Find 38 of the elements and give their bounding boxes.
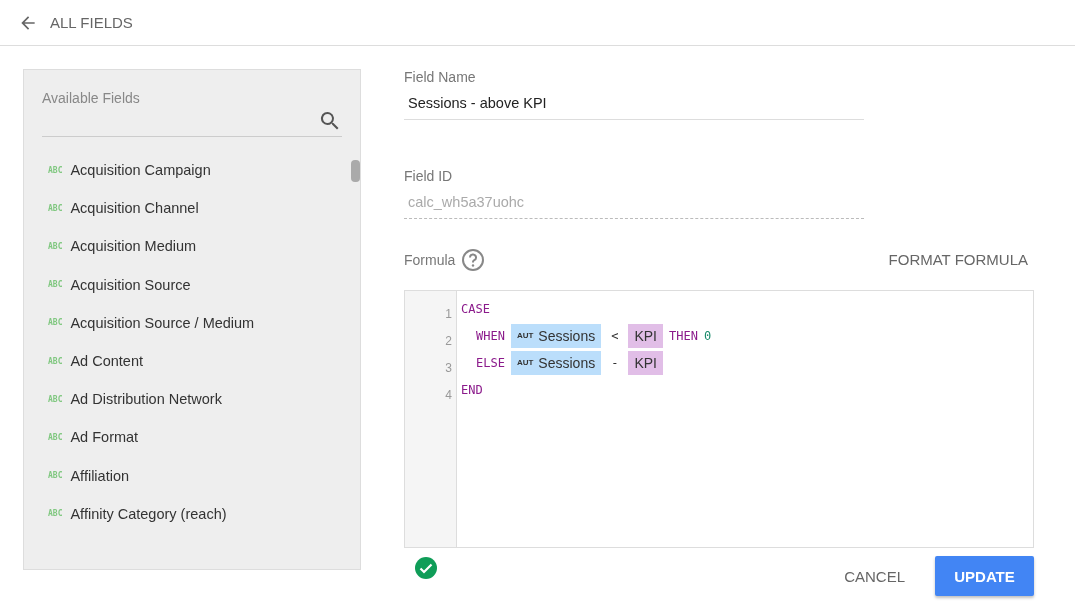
- code-keyword: CASE: [461, 301, 490, 316]
- format-formula-button[interactable]: FORMAT FORMULA: [882, 245, 1034, 274]
- scrollbar-thumb[interactable]: [351, 160, 360, 182]
- formula-editor[interactable]: 1 2 3 4 CASE WHEN AUT Sessions < KPI THEN 0 ELSE AUT Sessions - KPI END: [404, 290, 1034, 548]
- field-list-item[interactable]: ABC Acquisition Medium: [42, 227, 342, 266]
- code-operator: <: [610, 328, 620, 343]
- cancel-button[interactable]: CANCEL: [838, 561, 911, 591]
- update-button[interactable]: UPDATE: [935, 556, 1034, 596]
- field-list-item[interactable]: ABC Acquisition Source / Medium: [42, 303, 342, 342]
- line-number: 4: [444, 386, 453, 404]
- field-list-item[interactable]: ABC Acquisition Source: [42, 265, 342, 304]
- code-operator: -: [610, 355, 620, 370]
- field-label: Formula: [404, 251, 456, 268]
- code-keyword: THEN: [669, 328, 698, 343]
- help-icon[interactable]: [461, 247, 486, 272]
- panel-title: Available Fields: [42, 90, 141, 106]
- code-keyword: WHEN: [476, 328, 505, 343]
- code-number: 0: [703, 328, 712, 343]
- line-number: 3: [444, 359, 453, 377]
- field-list-item[interactable]: ABC Affinity Category (reach): [42, 494, 342, 533]
- field-list-item[interactable]: ABC Ad Distribution Network: [42, 380, 342, 419]
- field-chip[interactable]: AUT Sessions: [510, 350, 602, 375]
- field-list-item[interactable]: ABC Acquisition Campaign: [42, 151, 342, 190]
- field-label: Field Name: [404, 69, 477, 85]
- parameter-chip[interactable]: KPI: [628, 350, 663, 375]
- code-keyword: END: [461, 382, 483, 397]
- parameter-chip[interactable]: KPI: [628, 323, 663, 348]
- field-label: Field ID: [404, 168, 454, 184]
- field-list-item[interactable]: ABC Ad Content: [42, 341, 342, 381]
- line-number: 1: [444, 305, 453, 323]
- code-keyword: ELSE: [476, 355, 505, 370]
- field-list-item[interactable]: ABC Acquisition Channel: [42, 189, 342, 228]
- field-list-item[interactable]: ABC Ad Format: [42, 418, 342, 457]
- page-title: ALL FIELDS: [50, 14, 133, 31]
- field-name-input[interactable]: Sessions - above KPI: [404, 85, 864, 120]
- field-list-item[interactable]: ABC Affiliation: [42, 456, 342, 495]
- field-chip[interactable]: AUT Sessions: [510, 323, 602, 348]
- line-number: 2: [444, 332, 453, 350]
